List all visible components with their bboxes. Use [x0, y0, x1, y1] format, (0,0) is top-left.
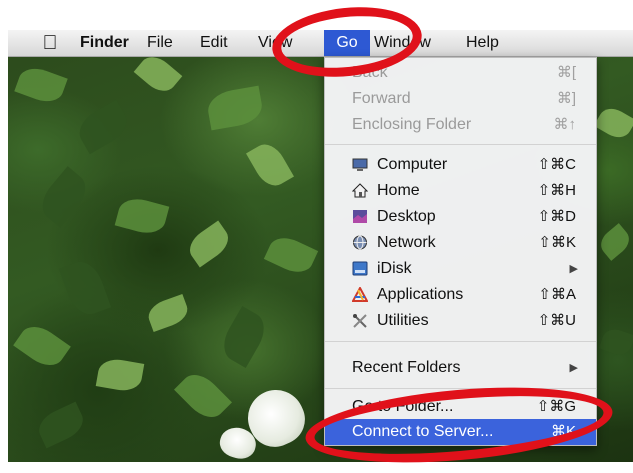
leaf: [58, 256, 112, 320]
leaf: [593, 103, 633, 143]
menu-separator: [325, 144, 596, 145]
menu-item-label: Computer: [377, 156, 448, 173]
leaf: [14, 63, 68, 107]
leaf: [13, 319, 71, 373]
leaf: [216, 305, 272, 369]
network-icon: [353, 235, 367, 250]
leaf: [34, 166, 94, 228]
menu-item-label: Network: [377, 234, 436, 251]
shortcut-label: ⌘↑: [553, 116, 577, 133]
menu-item-label: Applications: [377, 286, 464, 303]
leaf: [133, 50, 183, 98]
shortcut-label: ⇧⌘C: [537, 156, 576, 173]
leaf: [263, 231, 319, 279]
applications-icon: [352, 287, 368, 302]
leaf: [33, 401, 89, 449]
menu-item-label: Recent Folders: [352, 359, 461, 376]
submenu-arrow-icon: ▶: [569, 362, 578, 374]
submenu-arrow-icon: ▶: [569, 263, 578, 275]
shortcut-label: ⌘]: [556, 90, 576, 107]
menu-item-label: Home: [377, 182, 420, 199]
home-icon: [352, 183, 368, 198]
menu-finder[interactable]: Finder: [80, 30, 129, 56]
computer-icon: [352, 158, 368, 171]
menu-help[interactable]: Help: [466, 30, 499, 56]
leaf: [95, 356, 145, 394]
menu-item-idisk[interactable]: iDisk ▶: [325, 256, 596, 282]
idisk-icon: [352, 261, 368, 276]
menu-item-enclosing-folder[interactable]: Enclosing Folder ⌘↑: [325, 112, 596, 138]
menu-item-label: Forward: [352, 90, 411, 107]
leaf: [598, 325, 633, 359]
shortcut-label: ⇧⌘K: [538, 234, 576, 251]
leaf: [183, 220, 235, 268]
menu-item-desktop[interactable]: Desktop ⇧⌘D: [325, 204, 596, 230]
menu-item-label: Utilities: [377, 312, 429, 329]
shortcut-label: ⇧⌘A: [538, 286, 576, 303]
menu-item-label: Desktop: [377, 208, 436, 225]
shortcut-label: ⌘[: [556, 64, 576, 81]
leaf: [174, 367, 232, 425]
shortcut-label: ⇧⌘U: [537, 312, 576, 329]
leaf: [205, 85, 265, 131]
utilities-icon: [353, 314, 367, 328]
menu-edit[interactable]: Edit: [200, 30, 228, 56]
menu-item-recent-folders[interactable]: Recent Folders ▶: [325, 355, 596, 381]
menu-file[interactable]: File: [147, 30, 173, 56]
menu-item-home[interactable]: Home ⇧⌘H: [325, 178, 596, 204]
menu-separator: [325, 341, 596, 342]
shortcut-label: ⇧⌘D: [537, 208, 576, 225]
leaf: [114, 194, 170, 238]
menu-item-computer[interactable]: Computer ⇧⌘C: [325, 152, 596, 178]
menu-item-network[interactable]: Network ⇧⌘K: [325, 230, 596, 256]
leaf: [595, 223, 633, 261]
desktop-icon: [353, 210, 367, 223]
go-menu-dropdown: Back ⌘[ Forward ⌘] Enclosing Folder ⌘↑ C…: [324, 57, 597, 446]
menu-item-forward[interactable]: Forward ⌘]: [325, 86, 596, 112]
menu-item-applications[interactable]: Applications ⇧⌘A: [325, 282, 596, 308]
leaf: [72, 99, 134, 155]
menu-item-label: iDisk: [377, 260, 412, 277]
leaf: [144, 293, 192, 333]
apple-menu-icon[interactable]: : [39, 30, 61, 56]
shortcut-label: ⇧⌘H: [537, 182, 576, 199]
menu-item-label: Enclosing Folder: [352, 116, 472, 133]
menu-item-utilities[interactable]: Utilities ⇧⌘U: [325, 308, 596, 334]
leaf: [246, 138, 294, 192]
